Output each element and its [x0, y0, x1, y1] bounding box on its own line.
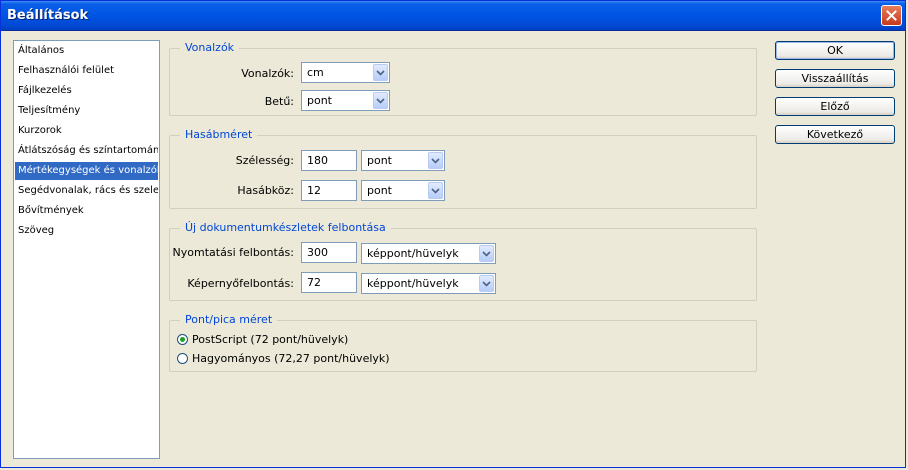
- type-unit-value: pont: [307, 94, 332, 107]
- chevron-down-icon: [376, 69, 385, 76]
- type-label: Betű:: [264, 95, 294, 108]
- resolution-legend: Új dokumentumkészletek felbontása: [180, 221, 391, 234]
- print-resolution-label: Nyomtatási felbontás:: [172, 246, 294, 259]
- rulers-label: Vonalzók:: [241, 67, 294, 80]
- close-icon: [886, 10, 897, 21]
- close-button[interactable]: [881, 5, 902, 26]
- screen-resolution-unit-select[interactable]: képpont/hüvelyk: [361, 273, 496, 294]
- column-size-legend: Hasábméret: [180, 128, 258, 141]
- postscript-radio[interactable]: [177, 334, 188, 345]
- chevron-down-icon: [482, 250, 491, 257]
- column-width-input[interactable]: 180: [301, 150, 357, 171]
- gutter-unit-select[interactable]: pont: [361, 180, 445, 201]
- chevron-down-icon: [431, 187, 440, 194]
- reset-button[interactable]: Visszaállítás: [775, 69, 895, 88]
- dropdown-button[interactable]: [428, 182, 443, 199]
- rulers-unit-value: cm: [307, 66, 324, 79]
- category-item[interactable]: Segédvonalak, rács és szeletek: [15, 182, 158, 200]
- rulers-unit-select[interactable]: cm: [301, 62, 390, 83]
- ok-button[interactable]: OK: [775, 41, 895, 60]
- gutter-unit-value: pont: [367, 184, 392, 197]
- print-resolution-unit-value: képpont/hüvelyk: [367, 247, 459, 260]
- screen-resolution-label: Képernyőfelbontás:: [187, 277, 294, 290]
- previous-button[interactable]: Előző: [775, 97, 895, 116]
- title-bar[interactable]: Beállítások: [1, 1, 905, 31]
- traditional-label: Hagyományos (72,27 pont/hüvelyk): [192, 352, 390, 365]
- window-title: Beállítások: [7, 8, 89, 23]
- category-item[interactable]: Szöveg: [15, 222, 158, 240]
- preferences-dialog: Beállítások Általános Felhasználói felül…: [0, 0, 906, 468]
- category-item[interactable]: Teljesítmény: [15, 102, 158, 120]
- category-item[interactable]: Átlátszóság és színtartomány: [15, 142, 158, 160]
- category-item[interactable]: Felhasználói felület: [15, 62, 158, 80]
- screen-resolution-unit-value: képpont/hüvelyk: [367, 277, 459, 290]
- dropdown-button[interactable]: [479, 275, 494, 292]
- column-width-unit-value: pont: [367, 154, 392, 167]
- screen-resolution-input[interactable]: 72: [301, 272, 357, 293]
- chevron-down-icon: [482, 280, 491, 287]
- units-group: Vonalzók: [169, 41, 757, 116]
- dropdown-button[interactable]: [373, 92, 388, 109]
- category-item-selected[interactable]: Mértékegységek és vonalzók: [15, 162, 158, 180]
- dropdown-button[interactable]: [479, 245, 494, 262]
- category-item[interactable]: Kurzorok: [15, 122, 158, 140]
- units-legend: Vonalzók: [180, 41, 240, 54]
- print-resolution-unit-select[interactable]: képpont/hüvelyk: [361, 243, 496, 264]
- print-resolution-input[interactable]: 300: [301, 242, 357, 263]
- point-size-legend: Pont/pica méret: [180, 313, 278, 326]
- dropdown-button[interactable]: [373, 64, 388, 81]
- category-item[interactable]: Fájlkezelés: [15, 82, 158, 100]
- category-item[interactable]: Általános: [15, 42, 158, 60]
- next-button[interactable]: Következő: [775, 125, 895, 144]
- category-item[interactable]: Bővítmények: [15, 202, 158, 220]
- postscript-label: PostScript (72 pont/hüvelyk): [192, 333, 349, 346]
- chevron-down-icon: [376, 97, 385, 104]
- radio-selected-dot: [180, 337, 185, 342]
- column-width-label: Szélesség:: [235, 154, 294, 167]
- gutter-input[interactable]: 12: [301, 180, 357, 201]
- column-size-group: Hasábméret: [169, 128, 757, 209]
- chevron-down-icon: [431, 157, 440, 164]
- column-width-unit-select[interactable]: pont: [361, 150, 445, 171]
- category-list[interactable]: Általános Felhasználói felület Fájlkezel…: [13, 40, 160, 459]
- traditional-radio[interactable]: [177, 353, 188, 364]
- type-unit-select[interactable]: pont: [301, 90, 390, 111]
- gutter-label: Hasábköz:: [237, 184, 294, 197]
- dropdown-button[interactable]: [428, 152, 443, 169]
